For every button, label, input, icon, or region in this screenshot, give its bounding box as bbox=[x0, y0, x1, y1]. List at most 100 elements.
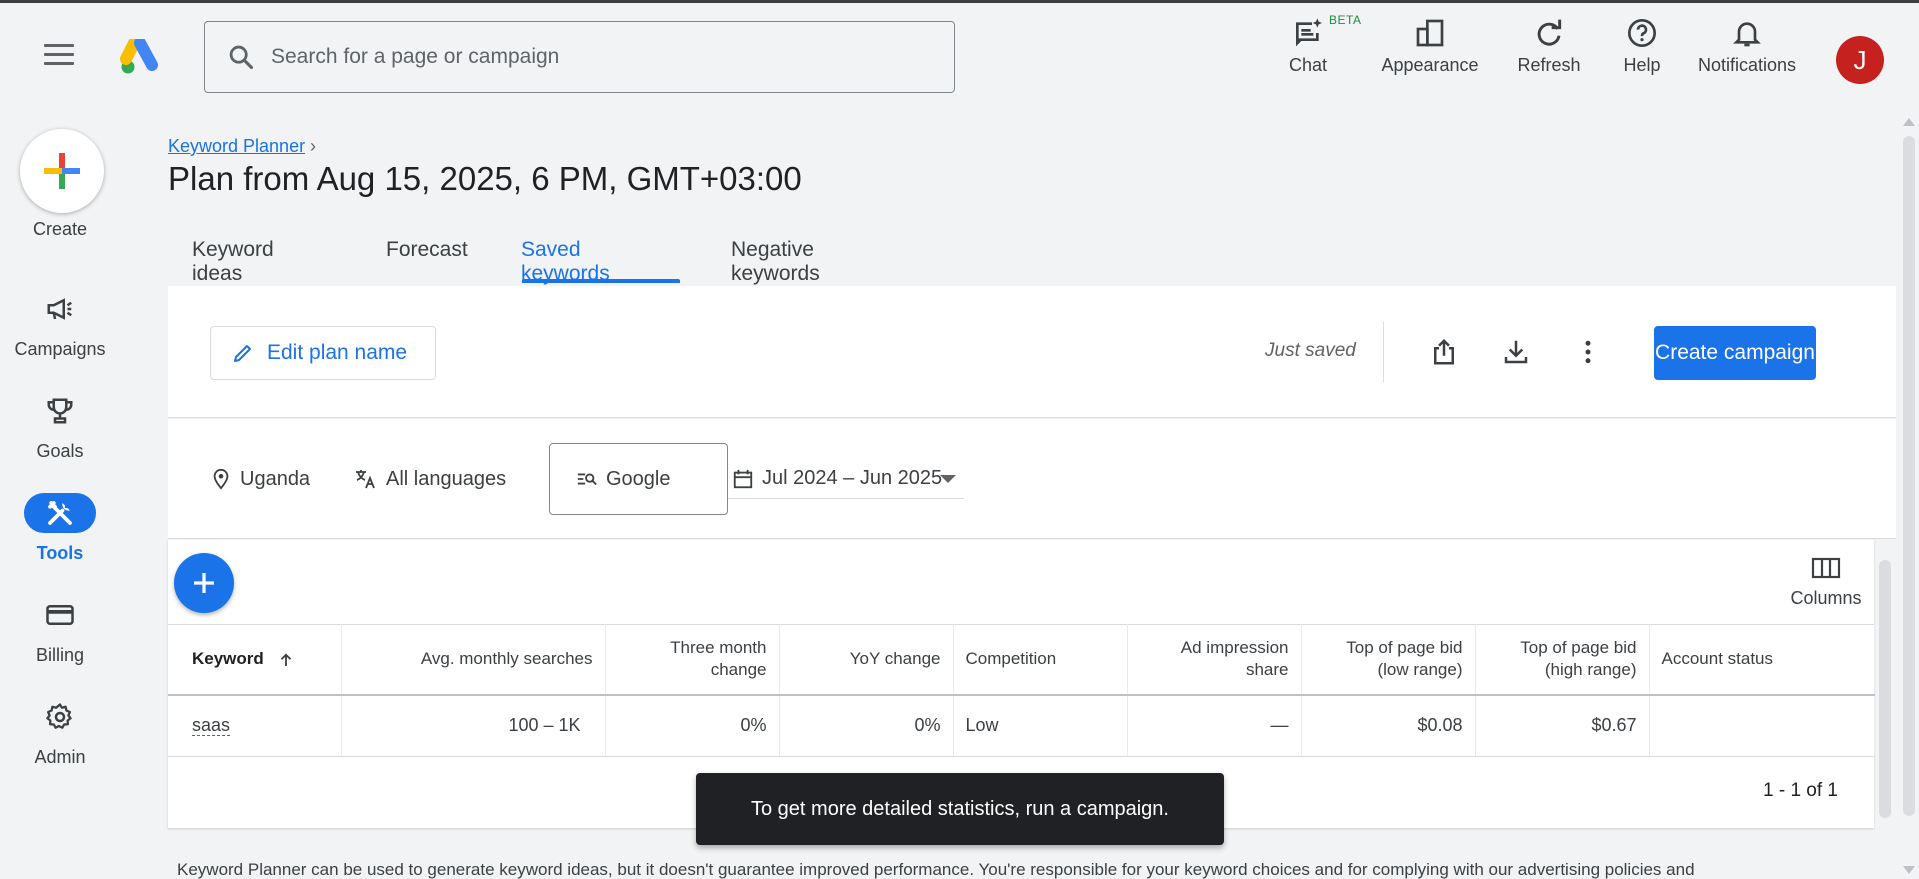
refresh-button[interactable]: Refresh bbox=[1514, 17, 1584, 87]
breadcrumb-keyword-planner[interactable]: Keyword Planner bbox=[168, 136, 305, 157]
search-box[interactable] bbox=[204, 21, 955, 93]
columns-label: Columns bbox=[1790, 588, 1862, 608]
credit-card-icon bbox=[46, 605, 74, 625]
header-avg-monthly-searches[interactable]: Avg. monthly searches bbox=[341, 624, 606, 696]
scroll-up-arrow[interactable] bbox=[1903, 118, 1915, 126]
refresh-label: Refresh bbox=[1517, 55, 1581, 75]
header-account-status[interactable]: Account status bbox=[1649, 624, 1875, 696]
share-button[interactable] bbox=[1424, 332, 1464, 372]
chat-button[interactable]: Chat bbox=[1286, 17, 1330, 87]
toolbar-divider bbox=[1383, 322, 1384, 382]
plan-toolbar: Edit plan name Just saved Create campaig… bbox=[168, 286, 1896, 418]
header-ad-impression-share[interactable]: Ad impression share bbox=[1127, 624, 1302, 696]
cell-three-month: 0% bbox=[605, 694, 780, 757]
avatar[interactable]: J bbox=[1836, 36, 1884, 84]
gear-icon bbox=[46, 703, 72, 729]
date-range-select[interactable]: Jul 2024 – Jun 2025 bbox=[728, 459, 964, 499]
table-row: saas 100 – 1K 0% 0% Low — $0.08 $0.67 bbox=[168, 694, 1875, 757]
trophy-icon bbox=[47, 398, 73, 424]
header-bid-low[interactable]: Top of page bid (low range) bbox=[1301, 624, 1476, 696]
language-value: All languages bbox=[386, 467, 507, 490]
main-menu-button[interactable] bbox=[44, 44, 74, 66]
google-ads-logo[interactable] bbox=[120, 39, 160, 75]
create-button[interactable] bbox=[20, 129, 104, 213]
sidebar-item-label: Campaigns bbox=[14, 339, 106, 359]
search-icon bbox=[229, 45, 254, 70]
sidebar-item-goals[interactable]: Goals bbox=[0, 391, 120, 471]
more-options-button[interactable] bbox=[1568, 332, 1608, 372]
search-input[interactable] bbox=[271, 45, 911, 69]
header-yoy-change[interactable]: YoY change bbox=[779, 624, 954, 696]
table-scroll-thumb[interactable] bbox=[1879, 560, 1891, 818]
top-bar: Chat BETA Appearance Refresh Help Notifi… bbox=[0, 3, 1919, 113]
keywords-table: Keyword Avg. monthly searches Three mont… bbox=[168, 624, 1875, 757]
chat-label: Chat bbox=[1288, 55, 1328, 75]
tab-keyword-ideas[interactable]: Keyword ideas bbox=[192, 230, 274, 286]
edit-plan-name-button[interactable]: Edit plan name bbox=[210, 326, 436, 380]
beta-badge: BETA bbox=[1329, 13, 1362, 27]
scroll-down-arrow[interactable] bbox=[1903, 866, 1915, 874]
page-title: Plan from Aug 15, 2025, 6 PM, GMT+03:00 bbox=[168, 160, 802, 197]
sidebar-item-campaigns[interactable]: Campaigns bbox=[0, 289, 120, 369]
save-status: Just saved bbox=[1265, 340, 1356, 361]
header-three-month-change[interactable]: Three month change bbox=[605, 624, 780, 696]
bell-icon bbox=[1733, 22, 1761, 47]
help-label: Help bbox=[1623, 55, 1661, 75]
share-icon bbox=[1434, 338, 1454, 365]
cell-avg-monthly: 100 – 1K bbox=[341, 694, 606, 757]
header-bid-high[interactable]: Top of page bid (high range) bbox=[1475, 624, 1650, 696]
columns-button[interactable]: Columns bbox=[1778, 556, 1874, 612]
create-campaign-button[interactable]: Create campaign bbox=[1654, 326, 1816, 380]
sidebar-item-label: Goals bbox=[36, 441, 84, 461]
cell-bid-high: $0.67 bbox=[1475, 694, 1650, 757]
search-network-icon bbox=[577, 473, 597, 486]
sidebar-item-tools[interactable]: Tools bbox=[0, 493, 120, 573]
cell-keyword[interactable]: saas bbox=[168, 694, 342, 757]
download-button[interactable] bbox=[1496, 332, 1536, 372]
cell-yoy: 0% bbox=[779, 694, 954, 757]
tab-saved-keywords[interactable]: Saved keywords bbox=[521, 230, 610, 286]
header-competition[interactable]: Competition bbox=[953, 624, 1128, 696]
help-button[interactable]: Help bbox=[1620, 17, 1664, 87]
date-range-value: Jul 2024 – Jun 2025 bbox=[762, 467, 943, 489]
sidebar-item-billing[interactable]: Billing bbox=[0, 595, 120, 675]
sidebar-item-admin[interactable]: Admin bbox=[0, 697, 120, 777]
tab-negative-keywords[interactable]: Negative keywords bbox=[731, 230, 820, 286]
pagination-status: 1 - 1 of 1 bbox=[1763, 780, 1838, 801]
cell-impression-share: — bbox=[1127, 694, 1302, 757]
keyword-text[interactable]: saas bbox=[192, 715, 231, 737]
columns-icon bbox=[1811, 557, 1841, 579]
sidebar-item-label: Admin bbox=[34, 747, 86, 767]
translate-icon bbox=[356, 470, 375, 489]
cell-account-status bbox=[1649, 694, 1875, 757]
sidebar-item-label: Billing bbox=[35, 645, 85, 665]
tab-forecast[interactable]: Forecast bbox=[386, 230, 468, 286]
chevron-right-icon: › bbox=[310, 136, 316, 156]
location-value: Uganda bbox=[240, 467, 311, 490]
sidebar-item-label: Tools bbox=[36, 543, 84, 563]
language-filter[interactable]: All languages bbox=[354, 459, 506, 499]
tools-icon bbox=[48, 501, 72, 525]
more-vert-icon bbox=[1585, 340, 1591, 364]
appearance-icon bbox=[1416, 19, 1444, 47]
appearance-button[interactable]: Appearance bbox=[1378, 17, 1482, 87]
add-keywords-button[interactable] bbox=[174, 553, 234, 613]
header-label: Keyword bbox=[192, 649, 264, 669]
network-filter[interactable]: Google bbox=[549, 443, 728, 515]
footer-disclaimer: Keyword Planner can be used to generate … bbox=[177, 860, 1695, 879]
active-tab-indicator bbox=[522, 279, 680, 283]
cell-bid-low: $0.08 bbox=[1301, 694, 1476, 757]
help-icon bbox=[1628, 19, 1656, 47]
megaphone-icon bbox=[47, 298, 72, 320]
notifications-button[interactable]: Notifications bbox=[1690, 17, 1804, 87]
pencil-icon bbox=[234, 345, 251, 362]
location-pin-icon bbox=[213, 468, 229, 490]
download-icon bbox=[1504, 340, 1528, 364]
notifications-label: Notifications bbox=[1697, 55, 1797, 75]
page-scroll-thumb[interactable] bbox=[1903, 136, 1915, 816]
dropdown-caret-icon bbox=[940, 475, 956, 483]
network-value: Google bbox=[606, 467, 671, 490]
header-keyword[interactable]: Keyword bbox=[168, 624, 342, 696]
location-filter[interactable]: Uganda bbox=[210, 459, 310, 499]
filter-bar: Uganda All languages Google Jul 2024 – J… bbox=[168, 419, 1896, 539]
